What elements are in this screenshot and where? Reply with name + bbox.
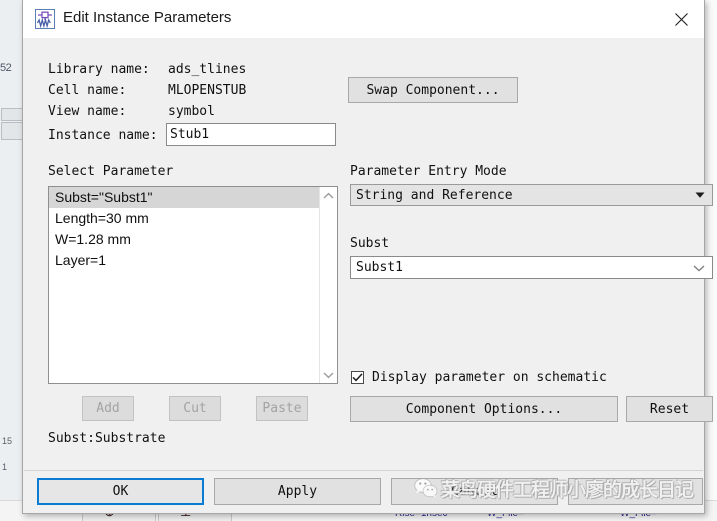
view-name-label: View name: <box>48 104 126 119</box>
reset-button[interactable]: Reset <box>626 396 713 422</box>
dialog-body: Library name: ads_tlines Cell name: MLOP… <box>24 38 703 511</box>
display-parameter-label: Display parameter on schematic <box>372 370 607 385</box>
parameter-listbox[interactable]: Subst="Subst1" Length=30 mm W=1.28 mm La… <box>48 186 338 384</box>
paste-button[interactable]: Paste <box>256 396 308 421</box>
list-item[interactable]: Layer=1 <box>49 250 321 271</box>
select-parameter-caption: Select Parameter <box>48 164 173 179</box>
display-parameter-checkbox[interactable]: Display parameter on schematic <box>351 370 607 385</box>
instance-name-input[interactable]: Stub1 <box>166 123 336 146</box>
parameter-list-items: Subst="Subst1" Length=30 mm W=1.28 mm La… <box>49 187 321 271</box>
schematic-component-icon <box>35 9 55 29</box>
status-bar: Subst:Substrate <box>48 431 165 446</box>
footer-divider <box>24 470 703 471</box>
cell-name-value: MLOPENSTUB <box>168 83 246 98</box>
cut-button[interactable]: Cut <box>169 396 221 421</box>
list-item[interactable]: W=1.28 mm <box>49 229 321 250</box>
swap-component-button[interactable]: Swap Component... <box>348 77 518 103</box>
chevron-up-icon[interactable] <box>320 187 337 204</box>
edit-instance-parameters-dialog: Edit Instance Parameters Library name: a… <box>22 0 705 514</box>
checkbox-box <box>351 371 364 384</box>
add-button[interactable]: Add <box>82 396 134 421</box>
dialog-titlebar: Edit Instance Parameters <box>23 0 704 38</box>
dialog-title: Edit Instance Parameters <box>63 9 231 26</box>
library-name-label: Library name: <box>48 62 150 77</box>
view-name-value: symbol <box>168 104 215 119</box>
component-options-button[interactable]: Component Options... <box>350 396 618 422</box>
parameter-entry-mode-select[interactable]: String and Reference <box>350 184 713 206</box>
background-left-mark-2: 1 <box>2 462 7 472</box>
background-tab-fragment: 52 <box>0 62 11 74</box>
cancel-button[interactable]: Cancel <box>391 478 558 505</box>
subst-caption: Subst <box>350 236 389 251</box>
chevron-down-icon[interactable] <box>320 366 337 383</box>
cell-name-label: Cell name: <box>48 83 126 98</box>
subst-select[interactable]: Subst1 <box>350 256 713 279</box>
instance-name-label: Instance name: <box>48 128 158 143</box>
library-name-value: ads_tlines <box>168 62 246 77</box>
help-button[interactable] <box>568 478 703 505</box>
ok-button[interactable]: OK <box>37 478 204 505</box>
parameter-entry-mode-caption: Parameter Entry Mode <box>350 164 507 179</box>
list-item[interactable]: Length=30 mm <box>49 208 321 229</box>
chevron-down-icon <box>693 264 705 272</box>
parameter-list-scrollbar[interactable] <box>319 187 337 383</box>
list-item[interactable]: Subst="Subst1" <box>49 187 321 208</box>
background-tool-2 <box>1 122 23 140</box>
background-tool-1 <box>1 108 23 121</box>
close-icon[interactable] <box>658 0 704 38</box>
screen: 52 15 1 ⊕ ⊥ ✳ ✳ ┬ ┬ Rise=1nsec W_File= W… <box>0 0 717 521</box>
apply-button[interactable]: Apply <box>214 478 381 505</box>
parameter-entry-mode-value: String and Reference <box>356 188 513 203</box>
background-left-mark-1: 15 <box>2 436 12 446</box>
subst-value: Subst1 <box>356 260 403 275</box>
triangle-down-icon <box>695 192 705 199</box>
